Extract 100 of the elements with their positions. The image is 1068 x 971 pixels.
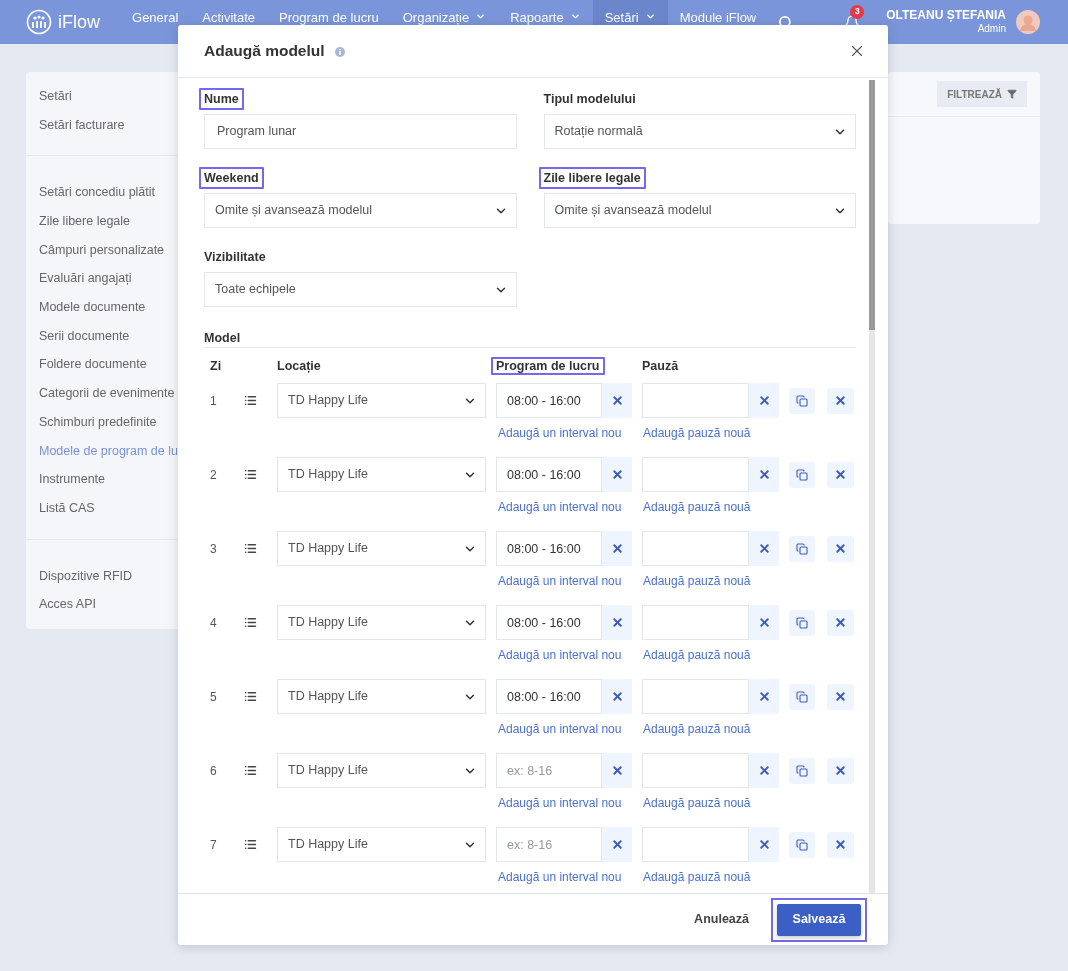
dropdown-select[interactable]: Omite și avansează modelul — [543, 193, 856, 228]
add-interval-link[interactable]: Adaugă un interval nou — [496, 794, 642, 812]
close-icon — [610, 838, 624, 851]
list-icon[interactable] — [244, 616, 257, 629]
delete-button[interactable] — [827, 831, 854, 858]
nav-item[interactable]: General — [120, 0, 191, 44]
day-number: 7 — [209, 836, 218, 854]
name-input[interactable]: Program lunar — [204, 114, 517, 149]
add-pause-link[interactable]: Adaugă pauză nouă — [642, 720, 751, 738]
clear-button[interactable] — [749, 383, 779, 418]
close-icon — [610, 690, 624, 703]
dropdown-select[interactable]: Toate echipele — [204, 272, 517, 307]
clear-button[interactable] — [602, 679, 632, 714]
pause-input[interactable] — [642, 531, 749, 566]
delete-button[interactable] — [827, 461, 854, 488]
delete-button[interactable] — [827, 609, 854, 636]
modal-title: Adaugă modelul — [204, 41, 325, 62]
dropdown-select[interactable]: Rotație normală — [543, 114, 856, 149]
save-button[interactable]: Salvează — [777, 903, 861, 936]
clear-button[interactable] — [602, 383, 632, 418]
list-icon[interactable] — [244, 838, 257, 851]
clear-button[interactable] — [749, 679, 779, 714]
notification-badge: 3 — [850, 5, 865, 19]
clear-button[interactable] — [749, 457, 779, 492]
location-select[interactable]: TD Happy Life — [277, 383, 486, 418]
add-pause-link[interactable]: Adaugă pauză nouă — [642, 424, 751, 442]
clear-button[interactable] — [749, 753, 779, 788]
add-interval-link[interactable]: Adaugă un interval nou — [496, 572, 642, 590]
location-select[interactable]: TD Happy Life — [277, 679, 486, 714]
pause-input[interactable] — [642, 457, 749, 492]
delete-button[interactable] — [827, 683, 854, 710]
location-select[interactable]: TD Happy Life — [277, 457, 486, 492]
work-hours-input[interactable]: 08:00 - 16:00 — [496, 679, 602, 714]
pause-input[interactable] — [642, 383, 749, 418]
work-hours-input[interactable]: ex: 8-16 — [496, 753, 602, 788]
list-icon[interactable] — [244, 690, 257, 703]
pause-input[interactable] — [642, 605, 749, 640]
copy-button[interactable] — [789, 683, 815, 710]
close-icon — [834, 690, 847, 703]
work-hours-input[interactable]: 08:00 - 16:00 — [496, 457, 602, 492]
close-icon — [757, 468, 771, 481]
list-icon[interactable] — [244, 468, 257, 481]
location-select[interactable]: TD Happy Life — [277, 531, 486, 566]
add-pause-link[interactable]: Adaugă pauză nouă — [642, 868, 751, 886]
clear-button[interactable] — [602, 531, 632, 566]
add-interval-link[interactable]: Adaugă un interval nou — [496, 868, 642, 886]
day-number: 3 — [209, 540, 218, 558]
chevron-down-icon — [569, 11, 581, 22]
add-pause-link[interactable]: Adaugă pauză nouă — [642, 646, 751, 664]
work-hours-input[interactable]: 08:00 - 16:00 — [496, 383, 602, 418]
clear-button[interactable] — [602, 753, 632, 788]
copy-button[interactable] — [789, 831, 815, 858]
copy-button[interactable] — [789, 461, 815, 488]
pause-input[interactable] — [642, 753, 749, 788]
filter-button[interactable]: FILTREAZĂ — [937, 81, 1027, 107]
column-header: Program de lucru — [491, 356, 605, 375]
copy-button[interactable] — [789, 609, 815, 636]
delete-button[interactable] — [827, 535, 854, 562]
close-icon — [757, 616, 771, 629]
copy-button[interactable] — [789, 757, 815, 784]
add-interval-link[interactable]: Adaugă un interval nou — [496, 720, 642, 738]
copy-button[interactable] — [789, 387, 815, 414]
clear-button[interactable] — [602, 605, 632, 640]
add-pause-link[interactable]: Adaugă pauză nouă — [642, 572, 751, 590]
pause-input[interactable] — [642, 827, 749, 862]
work-hours-input[interactable]: 08:00 - 16:00 — [496, 605, 602, 640]
location-select[interactable]: TD Happy Life — [277, 827, 486, 862]
cancel-button[interactable]: Anulează — [694, 910, 749, 929]
close-icon — [834, 838, 847, 851]
copy-icon — [796, 394, 808, 407]
clear-button[interactable] — [749, 605, 779, 640]
add-pause-link[interactable]: Adaugă pauză nouă — [642, 498, 751, 516]
dropdown-select[interactable]: Omite și avansează modelul — [204, 193, 517, 228]
clear-button[interactable] — [602, 827, 632, 862]
nav-item[interactable]: Organizație — [390, 0, 499, 44]
copy-button[interactable] — [789, 535, 815, 562]
clear-button[interactable] — [749, 531, 779, 566]
day-number: 4 — [209, 614, 218, 632]
clear-button[interactable] — [602, 457, 632, 492]
delete-button[interactable] — [827, 757, 854, 784]
clear-button[interactable] — [749, 827, 779, 862]
list-icon[interactable] — [244, 394, 257, 407]
close-icon — [610, 394, 624, 407]
pause-input[interactable] — [642, 679, 749, 714]
scrollbar[interactable] — [869, 80, 875, 893]
work-hours-input[interactable]: 08:00 - 16:00 — [496, 531, 602, 566]
add-interval-link[interactable]: Adaugă un interval nou — [496, 646, 642, 664]
list-icon[interactable] — [244, 542, 257, 555]
copy-icon — [796, 690, 808, 703]
work-hours-input[interactable]: ex: 8-16 — [496, 827, 602, 862]
nav-item[interactable]: Rapoarte — [498, 0, 593, 44]
info-icon — [334, 47, 345, 57]
add-interval-link[interactable]: Adaugă un interval nou — [496, 498, 642, 516]
add-interval-link[interactable]: Adaugă un interval nou — [496, 424, 642, 442]
list-icon[interactable] — [244, 764, 257, 777]
field-label: Weekend — [199, 166, 264, 190]
location-select[interactable]: TD Happy Life — [277, 753, 486, 788]
location-select[interactable]: TD Happy Life — [277, 605, 486, 640]
delete-button[interactable] — [827, 387, 854, 414]
add-pause-link[interactable]: Adaugă pauză nouă — [642, 794, 751, 812]
